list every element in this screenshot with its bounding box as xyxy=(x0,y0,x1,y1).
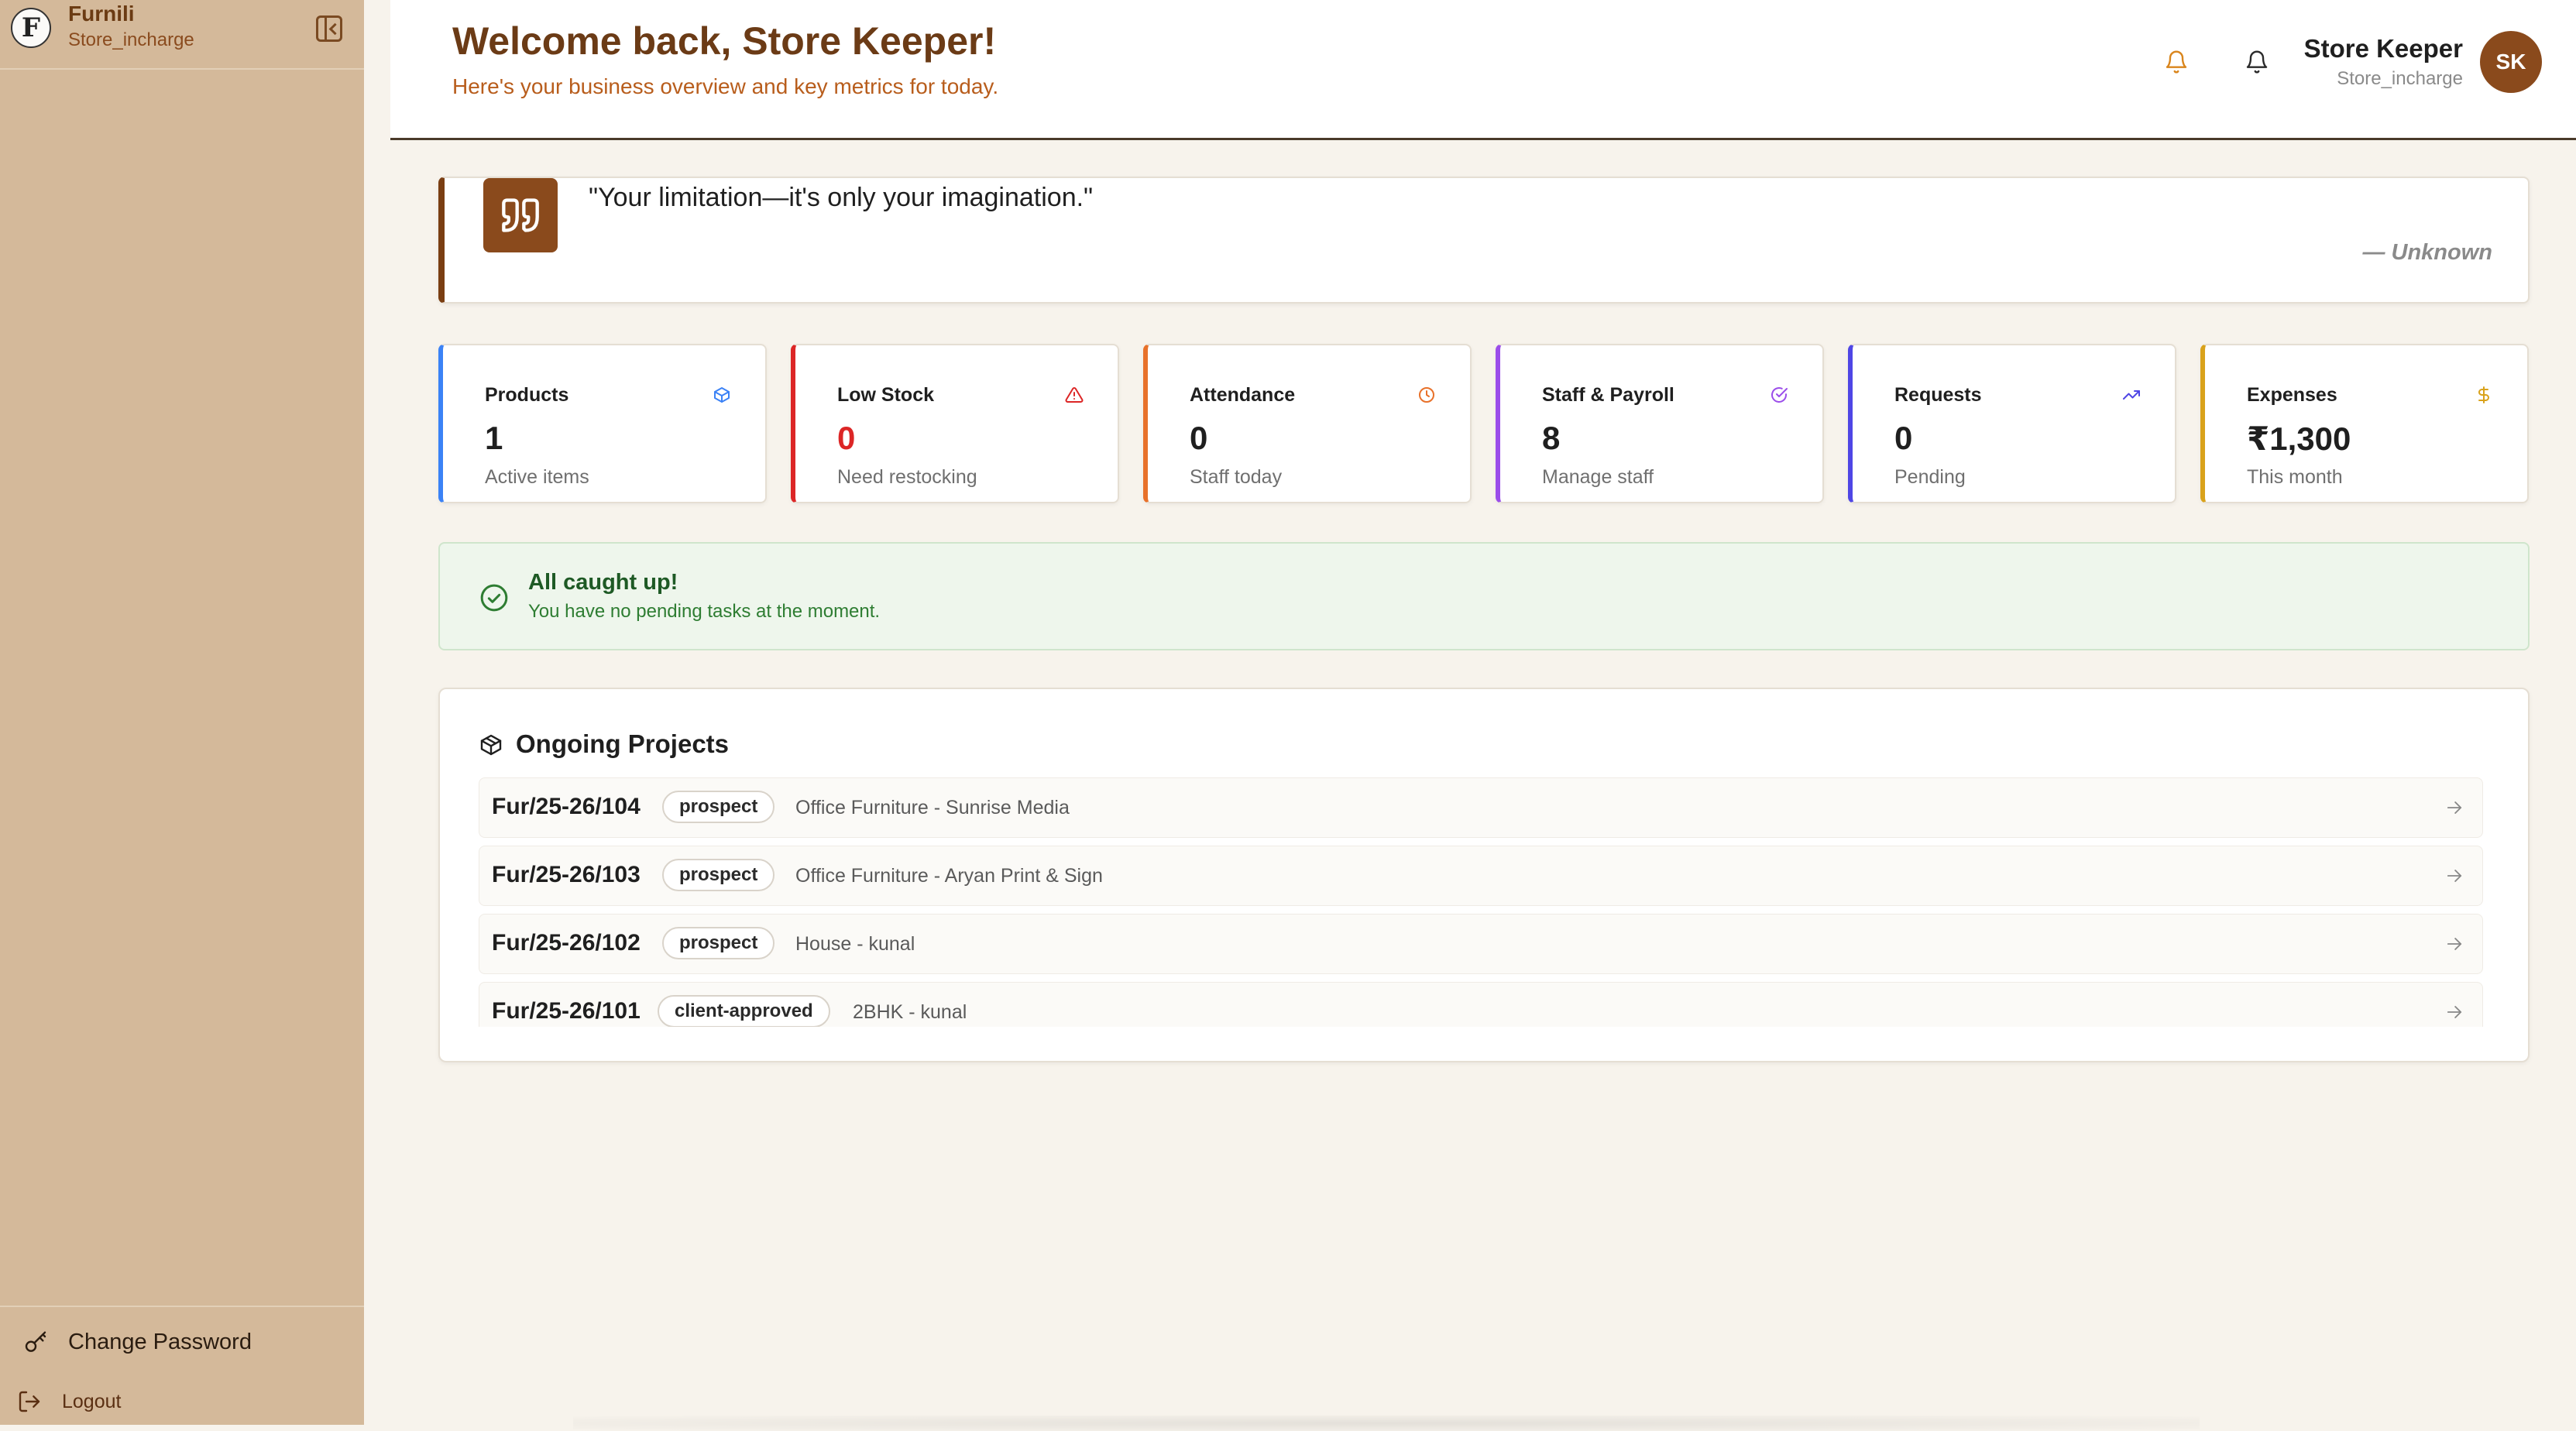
quote-icon xyxy=(483,178,558,252)
project-code: Fur/25-26/102 xyxy=(492,930,641,956)
stat-subtext: Staff today xyxy=(1190,466,1283,488)
project-row[interactable]: Fur/25-26/104 prospect Office Furniture … xyxy=(479,777,2483,838)
stat-subtext: Pending xyxy=(1894,466,1966,488)
user-role: Store_incharge xyxy=(2337,68,2463,89)
page-header: Welcome back, Store Keeper! Here's your … xyxy=(390,0,2576,140)
status-badge: prospect xyxy=(662,859,775,891)
app-name: Furnili xyxy=(68,2,135,26)
trending-up-icon xyxy=(2122,386,2141,404)
avatar[interactable]: SK xyxy=(2480,31,2542,93)
project-row[interactable]: Fur/25-26/101 client-approved 2BHK - kun… xyxy=(479,982,2483,1027)
arrow-right-icon xyxy=(2444,865,2465,887)
notice-title: All caught up! xyxy=(528,570,678,595)
logo-letter: F xyxy=(21,12,41,43)
check-circle-icon xyxy=(479,582,510,613)
project-row[interactable]: Fur/25-26/102 prospect House - kunal xyxy=(479,914,2483,974)
stat-card-products[interactable]: Products 1 Active items xyxy=(438,344,767,503)
stat-card-attendance[interactable]: Attendance 0 Staff today xyxy=(1143,344,1472,503)
stat-label: Expenses xyxy=(2247,384,2337,406)
arrow-right-icon xyxy=(2444,1001,2465,1023)
logout-icon xyxy=(17,1389,42,1414)
stat-label: Staff & Payroll xyxy=(1542,384,1674,406)
package-icon xyxy=(479,733,503,757)
stat-value: 0 xyxy=(1894,420,1913,456)
user-name: Store Keeper xyxy=(2303,34,2463,63)
stat-card-expenses[interactable]: Expenses ₹1,300 This month xyxy=(2200,344,2529,503)
logout-button[interactable]: Logout xyxy=(17,1389,121,1414)
stat-value: 8 xyxy=(1542,420,1561,456)
sidebar-role: Store_incharge xyxy=(68,29,194,50)
bell-icon[interactable] xyxy=(2164,48,2189,76)
quote-card: "Your limitation—it's only your imaginat… xyxy=(438,177,2530,304)
sidebar-header: F Furnili Store_incharge xyxy=(0,0,364,70)
logout-label: Logout xyxy=(62,1390,122,1412)
sidebar-footer-divider xyxy=(0,1306,364,1307)
project-description: Office Furniture - Aryan Print & Sign xyxy=(795,865,1103,887)
stat-value: 1 xyxy=(485,420,503,456)
stat-subtext: Active items xyxy=(485,466,589,488)
stat-card-staff-payroll[interactable]: Staff & Payroll 8 Manage staff xyxy=(1496,344,1824,503)
project-code: Fur/25-26/103 xyxy=(492,862,641,887)
bottom-shadow xyxy=(573,1416,2200,1431)
sidebar-collapse-icon[interactable] xyxy=(316,15,342,42)
change-password-label: Change Password xyxy=(68,1330,252,1354)
stat-label: Attendance xyxy=(1190,384,1296,406)
stat-value: 0 xyxy=(837,420,856,456)
clock-icon xyxy=(1417,386,1436,404)
stat-label: Products xyxy=(485,384,569,406)
stat-card-low-stock[interactable]: Low Stock 0 Need restocking xyxy=(791,344,1119,503)
quote-text: "Your limitation—it's only your imaginat… xyxy=(589,183,1094,212)
arrow-right-icon xyxy=(2444,797,2465,818)
project-row[interactable]: Fur/25-26/103 prospect Office Furniture … xyxy=(479,846,2483,906)
stat-subtext: This month xyxy=(2247,466,2343,488)
stat-value: 0 xyxy=(1190,420,1208,456)
notice-subtitle: You have no pending tasks at the moment. xyxy=(528,601,881,622)
stat-card-requests[interactable]: Requests 0 Pending xyxy=(1848,344,2176,503)
status-badge: client-approved xyxy=(658,995,830,1027)
projects-list: Fur/25-26/104 prospect Office Furniture … xyxy=(479,777,2483,1027)
stat-label: Requests xyxy=(1894,384,1982,406)
status-badge: prospect xyxy=(662,927,775,959)
page-subtitle: Here's your business overview and key me… xyxy=(452,74,999,98)
sidebar: F Furnili Store_incharge Change Password… xyxy=(0,0,364,1425)
app-logo[interactable]: F xyxy=(11,8,51,48)
status-badge: prospect xyxy=(662,791,775,823)
warning-triangle-icon xyxy=(1065,386,1084,404)
notifications-bell-icon[interactable] xyxy=(2245,48,2269,76)
quote-author: — Unknown xyxy=(2362,240,2492,265)
project-code: Fur/25-26/101 xyxy=(492,998,641,1024)
stat-subtext: Need restocking xyxy=(837,466,977,488)
all-caught-up-notice: All caught up! You have no pending tasks… xyxy=(438,542,2530,650)
arrow-right-icon xyxy=(2444,933,2465,955)
check-circle-icon xyxy=(1770,386,1788,404)
project-description: House - kunal xyxy=(795,933,915,955)
project-code: Fur/25-26/104 xyxy=(492,794,641,819)
project-description: 2BHK - kunal xyxy=(853,1001,967,1023)
stat-subtext: Manage staff xyxy=(1542,466,1654,488)
projects-title: Ongoing Projects xyxy=(516,729,730,758)
page-title: Welcome back, Store Keeper! xyxy=(452,19,997,63)
dollar-icon xyxy=(2475,386,2493,404)
project-description: Office Furniture - Sunrise Media xyxy=(795,797,1070,818)
change-password-button[interactable]: Change Password xyxy=(23,1330,252,1355)
stat-label: Low Stock xyxy=(837,384,935,406)
stat-value: ₹1,300 xyxy=(2247,420,2351,457)
cube-icon xyxy=(713,386,731,404)
ongoing-projects-panel: Ongoing Projects Fur/25-26/104 prospect … xyxy=(438,688,2530,1062)
key-icon xyxy=(23,1330,48,1355)
